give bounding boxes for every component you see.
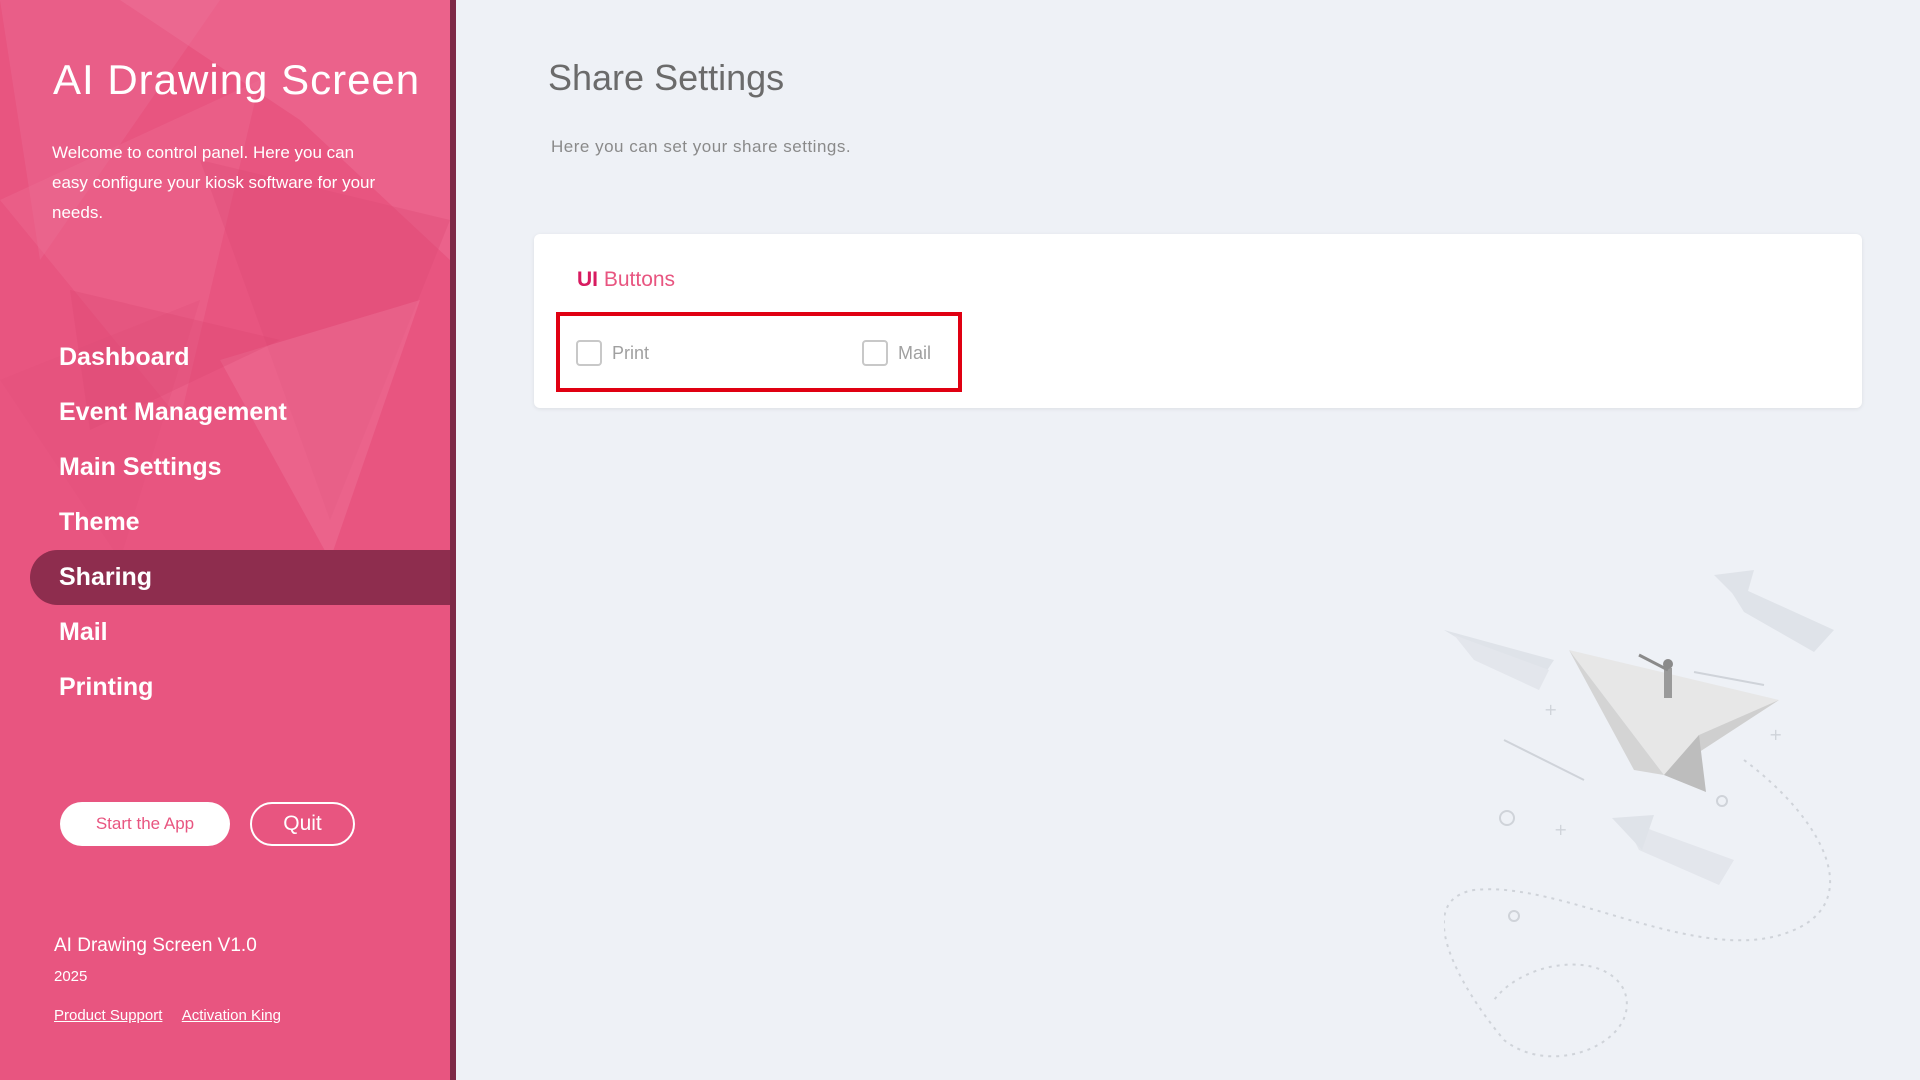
card-title-prefix: UI (577, 268, 598, 291)
paper-plane-illustration: + + + (1444, 570, 1834, 1058)
nav-item-theme[interactable]: Theme (30, 495, 450, 550)
print-label: Print (612, 342, 650, 363)
sidebar-nav: Dashboard Event Management Main Settings… (30, 330, 450, 715)
nav-item-sharing[interactable]: Sharing (30, 550, 450, 605)
start-app-button[interactable]: Start the App (60, 802, 230, 846)
page-subtitle: Here you can set your share settings. (551, 137, 852, 156)
mail-option[interactable]: Mail (862, 339, 931, 367)
version-label: AI Drawing Screen V1.0 (54, 935, 257, 956)
sidebar: AI Drawing Screen Welcome to control pan… (0, 0, 456, 1080)
app-title: AI Drawing Screen (53, 56, 421, 103)
svg-text:+: + (1554, 820, 1567, 839)
nav-item-main-settings[interactable]: Main Settings (30, 440, 450, 495)
nav-item-printing[interactable]: Printing (30, 660, 450, 715)
quit-button[interactable]: Quit (250, 802, 355, 846)
mail-label: Mail (898, 342, 932, 363)
app-description: Welcome to control panel. Here you can e… (52, 143, 376, 222)
activation-king-link[interactable]: Activation King (182, 1007, 281, 1024)
product-support-link[interactable]: Product Support (54, 1007, 162, 1024)
print-option[interactable]: Print (576, 339, 649, 367)
footer-links: Product Support Activation King (54, 1007, 297, 1024)
card-title: UI Buttons (577, 268, 675, 292)
page-title: Share Settings (548, 57, 785, 98)
svg-text:+: + (1544, 700, 1557, 719)
app-window: AI Drawing Screen Welcome to control pan… (0, 0, 1920, 1080)
nav-item-mail[interactable]: Mail (30, 605, 450, 660)
card-title-rest: Buttons (598, 268, 676, 291)
ui-buttons-card: UI Buttons Print Mail (534, 234, 1862, 408)
mail-checkbox[interactable] (862, 340, 888, 366)
svg-text:+: + (1769, 725, 1782, 744)
nav-item-event-management[interactable]: Event Management (30, 385, 450, 440)
print-checkbox[interactable] (576, 340, 602, 366)
main-content: Share Settings Here you can set your sha… (456, 0, 1920, 1080)
nav-item-dashboard[interactable]: Dashboard (30, 330, 450, 385)
year-label: 2025 (54, 968, 88, 985)
